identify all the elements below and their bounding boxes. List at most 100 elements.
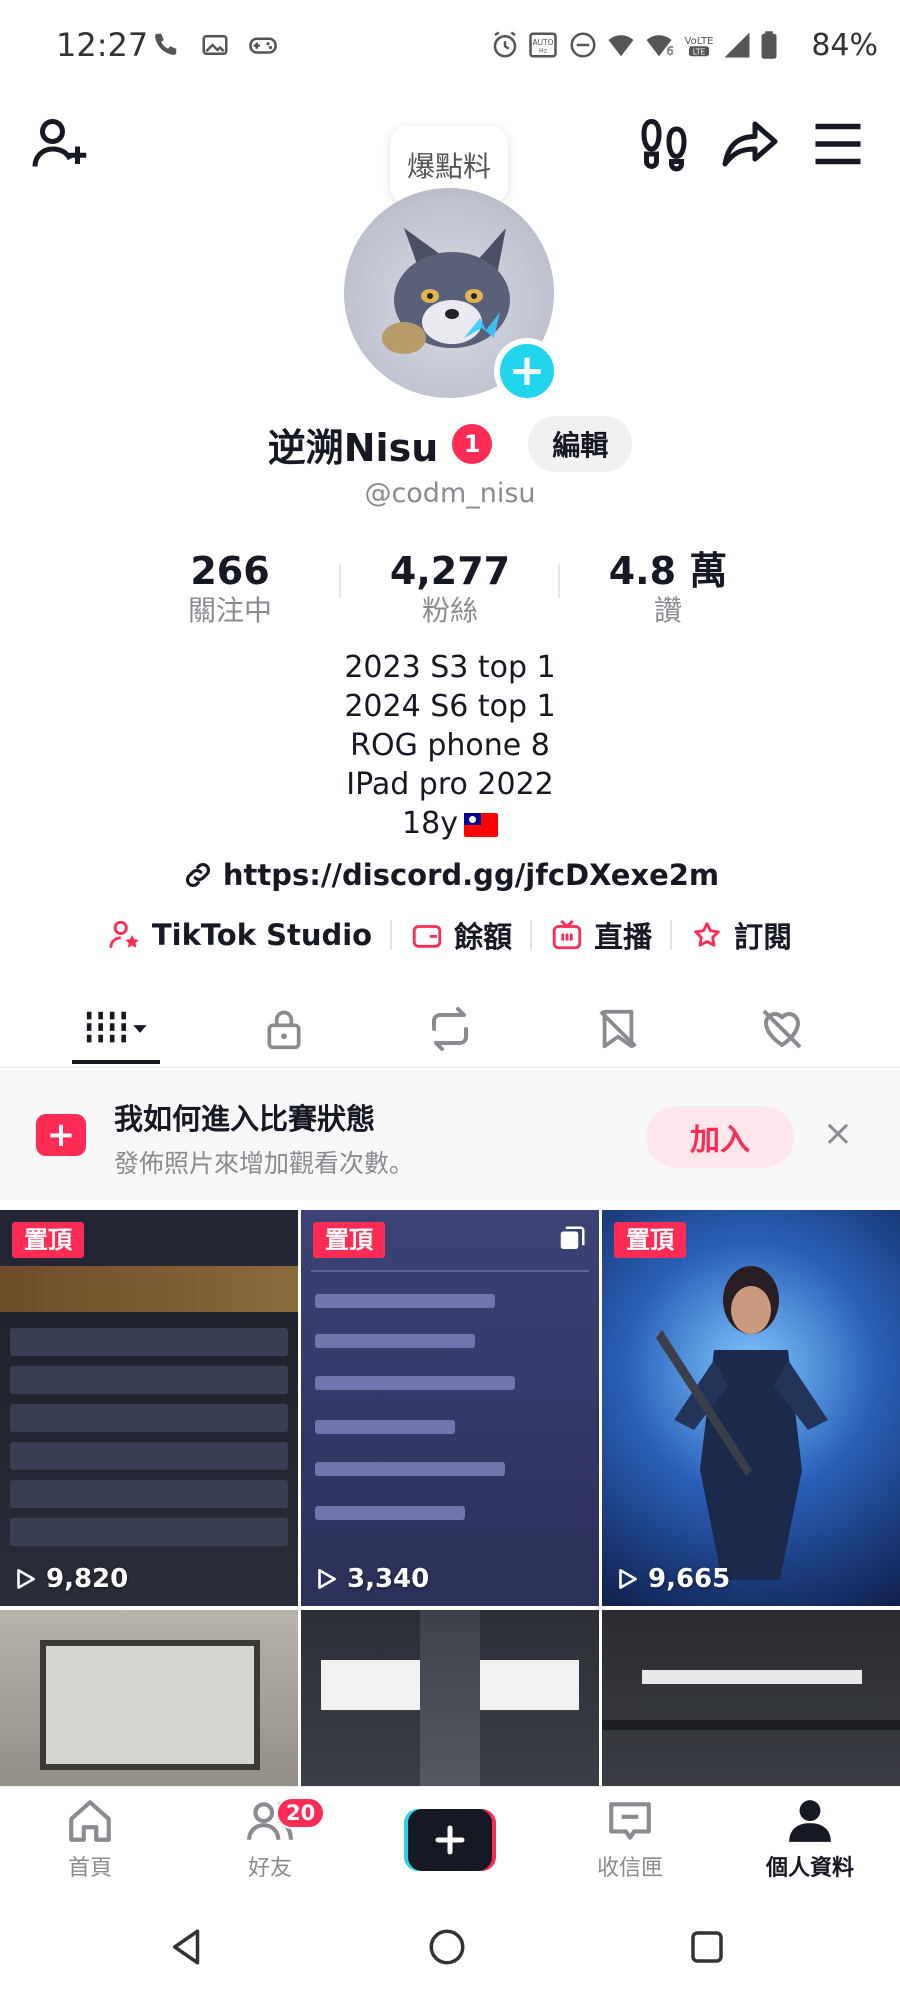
quick-links: TikTok Studio 餘額 直播 訂閱 (0, 914, 900, 956)
chat-line (315, 1334, 475, 1348)
bio-link-text[interactable]: https://discord.gg/jfcDXexe2m (223, 858, 719, 892)
inbox-icon (609, 1802, 651, 1840)
stat-likes-value: 4.8 萬 (608, 549, 728, 593)
bio-line: 2023 S3 top 1 (344, 650, 556, 685)
season-banner (0, 1266, 298, 1312)
bio-line-age: 18y (0, 804, 900, 843)
add-avatar-button[interactable]: + (494, 338, 560, 404)
leaderboard-row (10, 1480, 288, 1508)
videos-grid-icon (86, 1011, 147, 1047)
name-notification-badge[interactable]: 1 (452, 424, 493, 464)
home-button-icon[interactable] (426, 1926, 468, 1968)
gamepad-icon (249, 37, 277, 54)
view-count-value: 3,340 (347, 1564, 430, 1594)
bio-line: ROG phone 8 (350, 728, 550, 763)
svg-text:Hz: Hz (539, 48, 548, 55)
view-count: 3,340 (313, 1564, 429, 1594)
nav-profile-label: 個人資料 (765, 1856, 854, 1881)
person-star-icon (109, 920, 139, 948)
stat-likes-label: 讚 (653, 594, 682, 627)
chat-line (315, 1294, 495, 1308)
taiwan-flag-icon (463, 812, 498, 837)
ceiling-light (642, 1670, 862, 1684)
warehouse-window (40, 1640, 260, 1770)
balance-link[interactable]: 餘額 (392, 914, 530, 956)
bottom-nav: 首頁 好友 20 收信匣 個人資料 (0, 1786, 900, 1890)
challenge-banner[interactable]: + 我如何進入比賽狀態 發佈照片來增加觀看次數。 加入 × (0, 1070, 900, 1200)
chat-line (315, 1420, 455, 1434)
add-post-icon: + (36, 1114, 86, 1156)
close-icon[interactable]: × (820, 1116, 856, 1152)
nav-inbox[interactable]: 收信匣 (540, 1787, 720, 1891)
play-icon (619, 1569, 637, 1589)
nav-home-label: 首頁 (67, 1856, 112, 1881)
chat-line (315, 1506, 465, 1520)
banner-title: 我如何進入比賽狀態 (114, 1102, 376, 1136)
nav-inbox-label: 收信匣 (596, 1856, 663, 1881)
ceiling-light (469, 1660, 579, 1710)
profile-icon (789, 1800, 831, 1842)
nav-friends-label: 好友 (247, 1856, 292, 1881)
bio-line: 2024 S6 top 1 (344, 689, 556, 724)
private-lock-icon (267, 1010, 301, 1050)
footprints-icon[interactable] (634, 114, 694, 174)
subscribe-label: 訂閱 (734, 920, 793, 954)
tab-private[interactable] (194, 990, 374, 1068)
battery-icon (761, 31, 777, 59)
recents-icon[interactable] (686, 1926, 728, 1968)
home-icon (69, 1800, 111, 1842)
edit-profile-button[interactable]: 編輯 (528, 416, 633, 472)
back-icon[interactable] (166, 1926, 208, 1968)
share-icon[interactable] (720, 114, 780, 174)
leaderboard-row (10, 1442, 288, 1470)
video-thumbnail[interactable]: 置頂 9,820 (0, 1210, 298, 1606)
link-icon (185, 862, 210, 888)
view-count: 9,665 (614, 1564, 730, 1594)
ceiling-light (321, 1660, 431, 1710)
tab-saved[interactable] (528, 990, 708, 1068)
subscribe-link[interactable]: 訂閱 (672, 914, 810, 956)
play-icon (318, 1569, 336, 1589)
image-icon (202, 35, 228, 55)
bio-age: 18y (402, 806, 458, 841)
menu-icon[interactable] (808, 114, 868, 174)
stat-following-value: 266 (190, 549, 270, 593)
tiktok-studio-link[interactable]: TikTok Studio (90, 918, 390, 952)
banner-subtitle: 發佈照片來增加觀看次數。 (114, 1149, 415, 1178)
live-link[interactable]: 直播 (532, 914, 670, 956)
view-count-value: 9,665 (648, 1564, 731, 1594)
video-thumbnail[interactable]: 置頂 9,665 (602, 1210, 900, 1606)
content-tabs (0, 990, 900, 1068)
stat-likes[interactable]: 4.8 萬 讚 (568, 548, 768, 628)
active-tab-indicator (72, 1060, 160, 1064)
volte-icon: VoLTELTE (685, 36, 714, 57)
stat-following[interactable]: 266 關注中 (130, 548, 330, 628)
chat-divider (311, 1270, 589, 1272)
video-thumbnail[interactable]: 置頂 3,340 (301, 1210, 599, 1606)
tab-videos[interactable] (26, 990, 206, 1068)
nav-home[interactable]: 首頁 (0, 1787, 180, 1891)
stat-followers[interactable]: 4,277 粉絲 (350, 548, 550, 628)
friends-count-badge: 20 (276, 1797, 326, 1829)
nav-friends[interactable]: 好友 (180, 1787, 360, 1891)
nav-profile[interactable]: 個人資料 (720, 1787, 900, 1891)
stat-divider (558, 564, 560, 598)
leaderboard-row (10, 1328, 288, 1356)
multi-photo-icon (560, 1226, 585, 1249)
bio-link[interactable]: https://discord.gg/jfcDXexe2m (0, 858, 900, 892)
leaderboard-row (10, 1404, 288, 1432)
status-bar: 12:27 AUTO Hz 6 VoLTE LTE 84% (0, 0, 900, 96)
pinned-badge: 置頂 (313, 1222, 385, 1258)
subscribe-icon (694, 922, 720, 947)
chat-line (315, 1376, 515, 1390)
repost-icon (432, 1007, 468, 1051)
join-button[interactable]: 加入 (646, 1106, 794, 1168)
tv-icon (552, 919, 582, 950)
view-count-value: 9,820 (46, 1564, 129, 1594)
system-nav (0, 1890, 900, 2000)
create-plus-icon[interactable] (404, 1809, 496, 1871)
add-friend-icon[interactable] (30, 114, 90, 174)
tab-reposts[interactable] (360, 990, 540, 1068)
tab-liked[interactable] (692, 990, 872, 1068)
svg-text:LTE: LTE (693, 47, 706, 56)
